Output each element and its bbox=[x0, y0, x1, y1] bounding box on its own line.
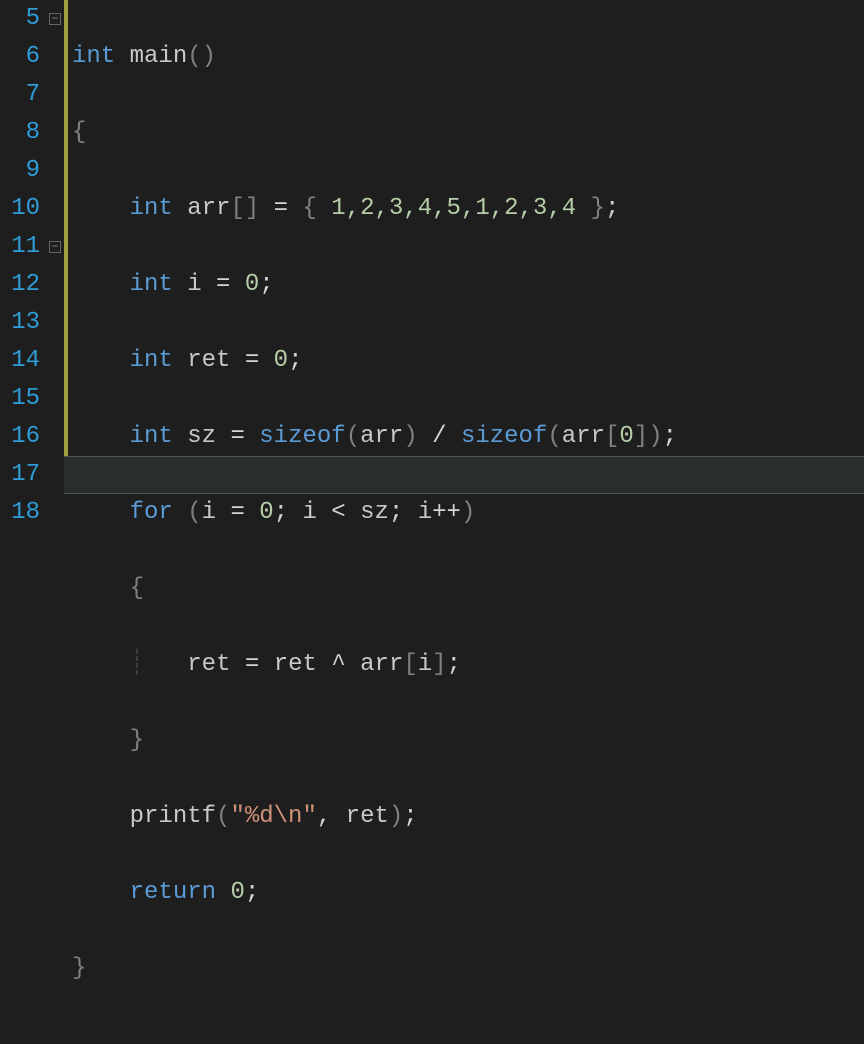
code-line[interactable]: int sz = sizeof(arr) / sizeof(arr[0]); bbox=[72, 418, 864, 456]
code-line[interactable]: } bbox=[72, 950, 864, 988]
code-line[interactable]: for (i = 0; i < sz; i++) bbox=[72, 494, 864, 532]
line-number[interactable]: 8 bbox=[0, 114, 40, 152]
code-line[interactable]: int ret = 0; bbox=[72, 342, 864, 380]
code-line[interactable]: { bbox=[72, 114, 864, 152]
fold-column: − − bbox=[48, 0, 64, 522]
code-content[interactable]: int main() { int arr[] = { 1,2,3,4,5,1,2… bbox=[64, 0, 864, 1044]
line-number[interactable]: 14 bbox=[0, 342, 40, 380]
line-number[interactable]: 11 bbox=[0, 228, 40, 266]
line-number[interactable]: 16 bbox=[0, 418, 40, 456]
code-line[interactable]: int arr[] = { 1,2,3,4,5,1,2,3,4 }; bbox=[72, 190, 864, 228]
fold-toggle-icon[interactable]: − bbox=[49, 13, 61, 25]
code-line[interactable]: } bbox=[72, 722, 864, 760]
code-line[interactable]: printf("%d\n", ret); bbox=[72, 798, 864, 836]
line-number[interactable]: 5 bbox=[0, 0, 40, 38]
line-number[interactable]: 7 bbox=[0, 76, 40, 114]
code-line[interactable]: ┊ ret = ret ^ arr[i]; bbox=[72, 646, 864, 684]
line-number[interactable]: 15 bbox=[0, 380, 40, 418]
line-number[interactable]: 12 bbox=[0, 266, 40, 304]
line-number-gutter: 5 6 7 8 9 10 11 12 13 14 15 16 17 18 bbox=[0, 0, 48, 522]
code-line[interactable] bbox=[72, 1026, 864, 1044]
line-number[interactable]: 17 bbox=[0, 456, 40, 494]
code-line[interactable]: { bbox=[72, 570, 864, 608]
code-line[interactable]: return 0; bbox=[72, 874, 864, 912]
fold-toggle-icon[interactable]: − bbox=[49, 241, 61, 253]
code-line[interactable]: int main() bbox=[72, 38, 864, 76]
code-area[interactable]: int main() { int arr[] = { 1,2,3,4,5,1,2… bbox=[64, 0, 864, 522]
line-number[interactable]: 6 bbox=[0, 38, 40, 76]
code-line[interactable]: int i = 0; bbox=[72, 266, 864, 304]
code-editor[interactable]: 5 6 7 8 9 10 11 12 13 14 15 16 17 18 − −… bbox=[0, 0, 864, 522]
line-number[interactable]: 18 bbox=[0, 494, 40, 532]
line-number[interactable]: 10 bbox=[0, 190, 40, 228]
line-number[interactable]: 13 bbox=[0, 304, 40, 342]
line-number[interactable]: 9 bbox=[0, 152, 40, 190]
